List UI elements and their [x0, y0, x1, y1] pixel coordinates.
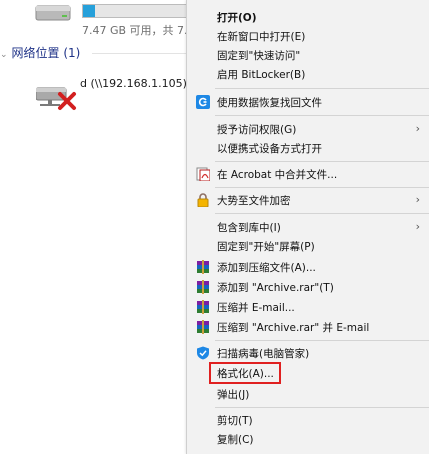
- menu-separator: [215, 213, 429, 214]
- chevron-right-icon: ›: [415, 220, 420, 233]
- menu-item-label: 剪切(T): [217, 415, 253, 427]
- menu-item-give-access[interactable]: 授予访问权限(G) ›: [187, 119, 429, 139]
- winrar-icon: [196, 260, 210, 274]
- menu-separator: [215, 187, 429, 188]
- menu-item-cut[interactable]: 剪切(T): [187, 410, 429, 430]
- menu-item-compress-email[interactable]: 压缩并 E-mail...: [187, 297, 429, 317]
- menu-item-label: 固定到"快速访问": [217, 50, 301, 62]
- menu-item-eject[interactable]: 弹出(J): [187, 384, 429, 404]
- menu-item-open-portable[interactable]: 以便携式设备方式打开: [187, 138, 429, 158]
- menu-item-add-archive[interactable]: 添加到压缩文件(A)...: [187, 257, 429, 277]
- menu-item-label: 以便携式设备方式打开: [217, 143, 322, 155]
- menu-item-label: 复制(C): [217, 434, 254, 446]
- menu-separator: [215, 407, 429, 408]
- menu-item-include-library[interactable]: 包含到库中(I) ›: [187, 217, 429, 237]
- menu-separator: [215, 88, 429, 89]
- lock-icon: [196, 193, 210, 208]
- menu-item-label: 弹出(J): [217, 389, 250, 401]
- format-highlight-box: [209, 362, 281, 384]
- menu-item-pin-start[interactable]: 固定到"开始"屏幕(P): [187, 236, 429, 256]
- acrobat-icon: [196, 167, 211, 182]
- menu-item-label: 添加到 "Archive.rar"(T): [217, 282, 334, 294]
- section-divider: [92, 53, 192, 54]
- menu-item-label: 在 Acrobat 中合并文件...: [217, 169, 338, 181]
- network-locations-header[interactable]: ⌄ 网络位置 (1): [0, 44, 80, 61]
- menu-item-label: 扫描病毒(电脑管家): [217, 348, 310, 360]
- menu-item-bitlocker[interactable]: 启用 BitLocker(B): [187, 64, 429, 84]
- context-menu: 打开(O) 在新窗口中打开(E) 固定到"快速访问" 启用 BitLocker(…: [186, 0, 429, 454]
- section-title: 网络位置 (1): [11, 46, 81, 60]
- data-recovery-icon: [196, 95, 210, 109]
- menu-item-label: 包含到库中(I): [217, 222, 281, 234]
- menu-item-open-new-window[interactable]: 在新窗口中打开(E): [187, 26, 429, 46]
- menu-item-label: 授予访问权限(G): [217, 124, 297, 136]
- menu-item-label: 压缩并 E-mail...: [217, 302, 295, 314]
- menu-item-label: 固定到"开始"屏幕(P): [217, 241, 315, 253]
- menu-separator: [215, 115, 429, 116]
- menu-item-label: 大势至文件加密: [217, 195, 291, 207]
- chevron-down-icon[interactable]: ⌄: [0, 50, 8, 60]
- menu-item-label: 启用 BitLocker(B): [217, 69, 306, 81]
- menu-item-label: 在新窗口中打开(E): [217, 31, 306, 43]
- menu-item-open[interactable]: 打开(O): [187, 7, 429, 27]
- menu-item-copy[interactable]: 复制(C): [187, 429, 429, 449]
- menu-item-label: 使用数据恢复找回文件: [217, 97, 322, 109]
- menu-item-file-encrypt[interactable]: 大势至文件加密 ›: [187, 190, 429, 210]
- menu-item-acrobat-merge[interactable]: 在 Acrobat 中合并文件...: [187, 164, 429, 184]
- winrar-icon: [196, 320, 210, 334]
- drive-space-text: 7.47 GB 可用，共 7.5: [82, 24, 192, 37]
- drive-icon[interactable]: [34, 0, 74, 30]
- winrar-icon: [196, 280, 210, 294]
- menu-item-label: 打开(O): [217, 12, 257, 24]
- shield-icon: [196, 346, 210, 360]
- menu-separator: [215, 161, 429, 162]
- menu-item-virus-scan[interactable]: 扫描病毒(电脑管家): [187, 343, 429, 363]
- disconnected-network-drive-icon[interactable]: [35, 82, 80, 112]
- menu-item-label: 压缩到 "Archive.rar" 并 E-mail: [217, 322, 370, 334]
- chevron-right-icon: ›: [415, 193, 420, 206]
- menu-item-add-archive-rar[interactable]: 添加到 "Archive.rar"(T): [187, 277, 429, 297]
- menu-item-data-recovery[interactable]: 使用数据恢复找回文件: [187, 92, 429, 112]
- menu-separator: [215, 340, 429, 341]
- menu-item-pin-quick-access[interactable]: 固定到"快速访问": [187, 45, 429, 65]
- winrar-icon: [196, 300, 210, 314]
- menu-item-label: 添加到压缩文件(A)...: [217, 262, 316, 274]
- menu-item-compress-rar-email[interactable]: 压缩到 "Archive.rar" 并 E-mail: [187, 317, 429, 337]
- chevron-right-icon: ›: [415, 122, 420, 135]
- network-drive-label[interactable]: d (\\192.168.1.105) (Z: [80, 77, 190, 90]
